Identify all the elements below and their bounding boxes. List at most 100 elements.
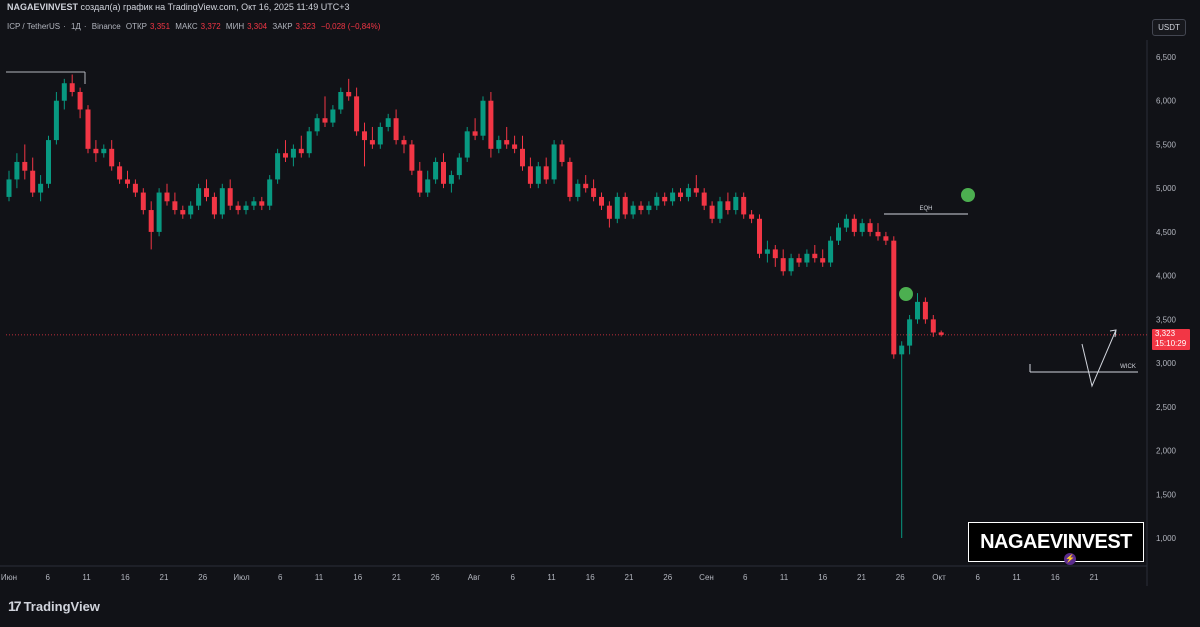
candle-body	[930, 319, 936, 333]
candle-body	[188, 205, 194, 215]
candle-body	[227, 188, 233, 206]
marker-dot	[899, 287, 913, 301]
candle-body	[53, 100, 59, 141]
x-tick-label: Июн	[1, 573, 17, 582]
tradingview-footer[interactable]: 17 TradingView	[8, 598, 100, 614]
x-tick-label: 21	[392, 573, 401, 582]
candle-body	[290, 148, 296, 158]
candle-body	[922, 301, 928, 320]
candle-body	[583, 183, 589, 189]
candle-body	[788, 258, 794, 272]
candle-body	[654, 196, 660, 206]
candle-body	[14, 161, 20, 180]
candle-body	[717, 201, 723, 219]
candle-body	[678, 192, 683, 197]
candle-body	[638, 205, 644, 211]
candle-body	[851, 218, 857, 232]
x-tick-label: 11	[1012, 573, 1021, 582]
candle-body	[314, 118, 320, 132]
candle-body	[251, 201, 257, 206]
candle-body	[148, 210, 154, 232]
y-tick-label: 6,000	[1156, 97, 1177, 106]
candle-body	[843, 218, 849, 228]
candle-body	[172, 201, 178, 211]
candle-body	[488, 100, 494, 149]
x-tick-label: 6	[278, 573, 283, 582]
x-tick-label: 11	[780, 573, 789, 582]
x-tick-label: 6	[511, 573, 516, 582]
x-tick-label: 16	[818, 573, 827, 582]
candle-body	[298, 148, 304, 154]
candle-body	[322, 118, 328, 123]
x-tick-label: 16	[121, 573, 130, 582]
candle-body	[685, 188, 691, 197]
candle-body	[606, 205, 612, 219]
candle-body	[219, 188, 225, 215]
x-tick-label: 26	[663, 573, 672, 582]
candle-body	[875, 231, 881, 237]
candle-body	[780, 258, 786, 272]
marker-dot	[961, 188, 975, 202]
candle-body	[535, 166, 541, 184]
candle-body	[891, 240, 897, 355]
x-tick-label: Авг	[468, 573, 481, 582]
current-price: 3,323	[1155, 329, 1176, 338]
candle-body	[480, 100, 486, 136]
current-price-badge: 3,323 15:10:29	[1152, 329, 1190, 350]
candle-body	[306, 131, 312, 154]
candle-body	[85, 109, 91, 149]
candle-body	[401, 140, 407, 145]
candle-body	[204, 188, 209, 197]
candle-body	[804, 253, 810, 263]
candle-body	[772, 249, 778, 259]
x-tick-label: 16	[1051, 573, 1060, 582]
candle-body	[701, 192, 707, 206]
candle-body	[836, 227, 841, 241]
candle-body	[243, 205, 249, 211]
candle-body	[417, 170, 423, 193]
candle-body	[38, 183, 44, 193]
y-tick-label: 4,000	[1156, 272, 1177, 281]
candle-body	[259, 201, 265, 206]
candle-body	[456, 157, 462, 176]
x-tick-label: Окт	[932, 573, 946, 582]
candle-body	[196, 188, 202, 206]
lightning-icon: ⚡	[1064, 553, 1076, 565]
candle-body	[125, 179, 130, 184]
x-tick-label: 26	[431, 573, 440, 582]
x-tick-label: 21	[625, 573, 634, 582]
candle-body	[820, 258, 826, 263]
candle-body	[764, 249, 770, 254]
candle-body	[472, 131, 478, 136]
candle-body	[757, 218, 762, 254]
x-tick-label: 26	[198, 573, 207, 582]
tradingview-chart: NAGAEVINVEST создал(а) график на Trading…	[0, 0, 1200, 627]
y-tick-label: 3,000	[1156, 359, 1177, 368]
y-tick-label: 1,000	[1156, 534, 1177, 543]
candle-body	[267, 179, 273, 206]
x-tick-label: 6	[743, 573, 748, 582]
candle-body	[527, 166, 533, 184]
candle-body	[591, 188, 597, 197]
candle-body	[69, 83, 75, 92]
candle-body	[425, 179, 431, 193]
projection-path	[1081, 329, 1117, 388]
candle-body	[646, 205, 652, 211]
x-tick-label: 6	[976, 573, 981, 582]
candle-body	[101, 148, 107, 154]
x-tick-label: Сен	[699, 573, 714, 582]
candle-body	[140, 192, 146, 211]
candle-body	[180, 210, 186, 215]
y-tick-label: 5,000	[1156, 184, 1177, 193]
candle-body	[512, 144, 518, 149]
candle-body	[346, 91, 352, 97]
candle-body	[362, 131, 367, 141]
candle-body	[6, 179, 12, 197]
candle-body	[22, 161, 28, 171]
candle-body	[567, 161, 573, 197]
y-tick-label: 4,500	[1156, 228, 1177, 237]
y-tick-label: 5,500	[1156, 140, 1177, 149]
candle-body	[369, 140, 375, 145]
candle-body	[575, 183, 581, 197]
candle-body	[77, 91, 83, 110]
